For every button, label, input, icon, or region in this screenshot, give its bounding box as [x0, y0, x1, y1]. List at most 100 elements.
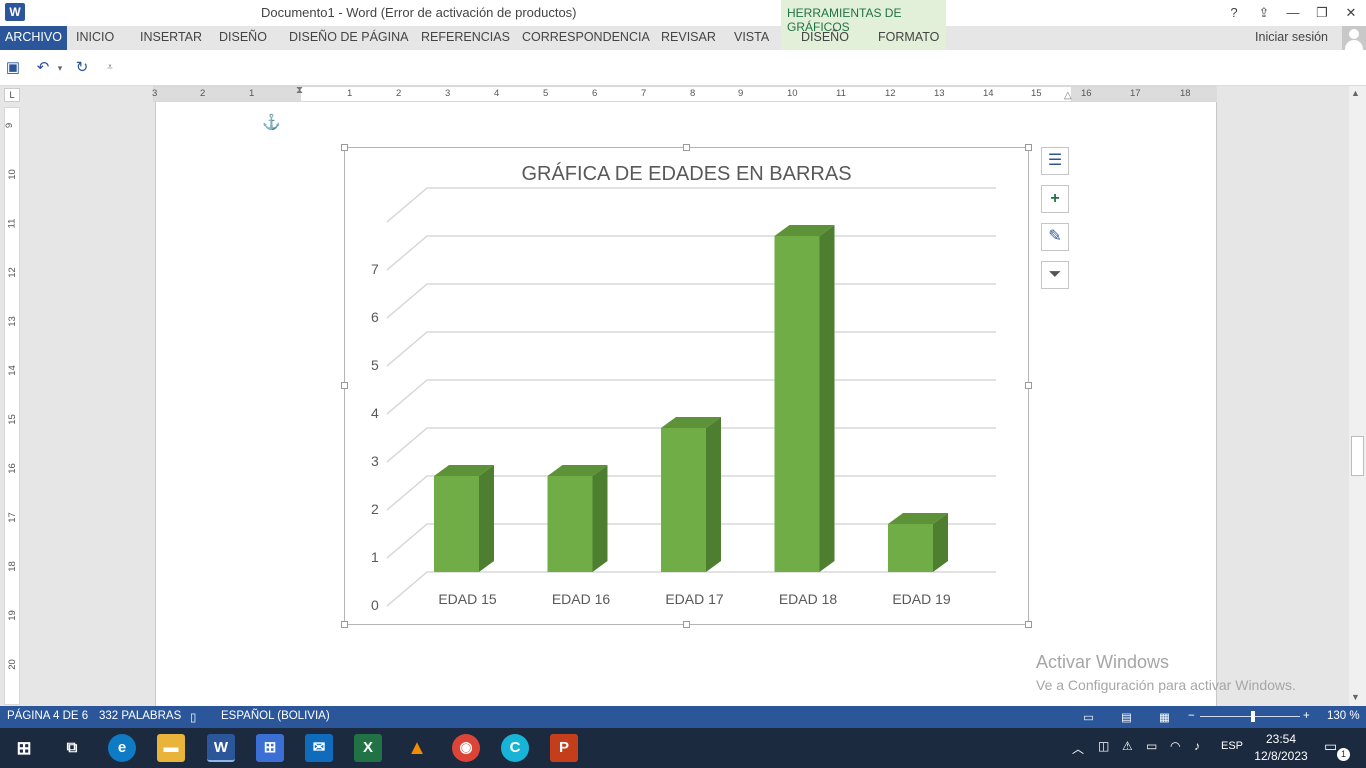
activation-title: Activar Windows — [1036, 652, 1170, 672]
tab-chart-diseno[interactable]: DISEÑO — [801, 30, 849, 44]
tab-referencias[interactable]: REFERENCIAS — [421, 30, 510, 44]
save-icon[interactable]: ▣ — [3, 58, 23, 78]
read-mode-icon[interactable]: ▭ — [1083, 710, 1094, 724]
ruler-number: 12 — [885, 88, 896, 99]
ruler-number: 1 — [249, 88, 255, 99]
zoom-level[interactable]: 130 % — [1327, 710, 1360, 722]
task-view-icon[interactable]: ⧉ — [58, 734, 86, 762]
tab-correspondencia[interactable]: CORRESPONDENCIA — [522, 30, 650, 44]
y-tick-label: 5 — [371, 357, 379, 373]
proofing-icon[interactable]: ▯ — [190, 710, 196, 724]
ruler-number: 14 — [983, 88, 994, 99]
restore-icon[interactable]: ❐ — [1308, 3, 1336, 23]
tab-chart-formato[interactable]: FORMATO — [878, 30, 939, 44]
layout-options-icon[interactable]: ☰ — [1041, 147, 1069, 175]
chart-elements-icon[interactable]: + — [1041, 185, 1069, 213]
word-taskbar-icon[interactable]: W — [207, 734, 235, 762]
avatar-body-icon — [1345, 40, 1363, 50]
meet-icon[interactable]: ◫ — [1098, 739, 1109, 753]
gridline — [386, 235, 996, 271]
redo-icon[interactable]: ↻ — [72, 58, 92, 78]
page-count[interactable]: PÁGINA 4 DE 6 — [7, 710, 88, 722]
print-layout-icon[interactable]: ▤ — [1121, 710, 1132, 724]
horizontal-ruler[interactable]: 3 2 1 1 2 3 4 5 6 7 8 9 10 11 12 13 14 15 16 17 18 ⧗ △ — [152, 85, 1217, 102]
tab-inicio[interactable]: INICIO — [76, 30, 114, 44]
clock[interactable]: 23:54 12/8/2023 — [1253, 731, 1309, 765]
mail-icon[interactable]: ✉ — [305, 734, 333, 762]
title-bar: W Documento1 - Word (Error de activación… — [0, 0, 1366, 26]
ruler-number: 17 — [6, 512, 18, 523]
right-indent-icon[interactable]: △ — [1064, 90, 1072, 101]
help-button[interactable]: ? — [1220, 3, 1248, 23]
ribbon-display-options-icon[interactable]: ⇪ — [1250, 3, 1278, 23]
warning-icon[interactable]: ⚠ — [1122, 739, 1133, 753]
vlc-icon[interactable]: ▲ — [403, 734, 431, 762]
zoom-in-button[interactable]: + — [1303, 710, 1310, 722]
undo-dropdown-icon[interactable]: ▾ — [50, 58, 70, 78]
customize-qat-icon[interactable]: ⩡ — [100, 58, 120, 78]
edge-icon[interactable]: e — [108, 734, 136, 762]
ruler-number: 11 — [6, 218, 18, 229]
volume-icon[interactable]: ♪ — [1194, 739, 1200, 753]
canva-icon[interactable]: C — [501, 734, 529, 762]
zoom-slider[interactable] — [1200, 716, 1300, 717]
x-tick-label: EDAD 18 — [779, 591, 838, 607]
y-tick-label: 6 — [371, 309, 379, 325]
minimize-icon[interactable]: — — [1279, 3, 1307, 23]
window-title: Documento1 - Word (Error de activación d… — [261, 5, 577, 20]
scroll-up-icon[interactable]: ▲ — [1351, 88, 1360, 98]
avatar[interactable] — [1342, 26, 1366, 50]
language-indicator[interactable]: ESPAÑOL (BOLIVIA) — [221, 710, 330, 722]
ruler-number: 15 — [6, 414, 18, 425]
chrome-icon[interactable]: ◉ — [452, 734, 480, 762]
web-layout-icon[interactable]: ▦ — [1159, 710, 1170, 724]
scroll-down-icon[interactable]: ▼ — [1351, 692, 1360, 702]
y-tick-label: 1 — [371, 549, 379, 565]
ruler-number: 2 — [396, 88, 402, 99]
file-explorer-icon[interactable]: ▬ — [157, 734, 185, 762]
tray-chevron-icon[interactable]: ︿ — [1072, 740, 1084, 757]
bar-side — [592, 465, 608, 572]
tab-diseno[interactable]: DISEÑO — [219, 30, 267, 44]
store-icon[interactable]: ⊞ — [256, 734, 284, 762]
tab-revisar[interactable]: REVISAR — [661, 30, 716, 44]
vertical-scrollbar[interactable]: ▲ ▼ — [1349, 86, 1366, 706]
signin-link[interactable]: Iniciar sesión — [1255, 30, 1328, 44]
word-count[interactable]: 332 PALABRAS — [99, 710, 181, 722]
ruler-number: 4 — [494, 88, 500, 99]
bar — [434, 476, 479, 572]
gridline — [386, 379, 996, 415]
ruler-number: 17 — [1130, 88, 1141, 99]
scroll-thumb[interactable] — [1351, 436, 1364, 476]
tab-archivo[interactable]: ARCHIVO — [0, 26, 67, 50]
ruler-margin-right — [1071, 87, 1217, 101]
zoom-slider-thumb[interactable] — [1251, 711, 1255, 722]
notification-icon[interactable]: ▭ — [1324, 738, 1337, 755]
chart-filters-icon[interactable]: ⏷ — [1041, 261, 1069, 289]
excel-icon[interactable]: X — [354, 734, 382, 762]
gridline — [386, 283, 996, 319]
wifi-icon[interactable]: ◠ — [1170, 739, 1180, 753]
battery-icon[interactable]: ▭ — [1146, 739, 1157, 753]
bar — [888, 524, 933, 572]
ruler-number: 16 — [1081, 88, 1092, 99]
tab-vista[interactable]: VISTA — [734, 30, 769, 44]
close-icon[interactable]: ✕ — [1337, 3, 1365, 23]
powerpoint-icon[interactable]: P — [550, 734, 578, 762]
zoom-out-button[interactable]: − — [1188, 710, 1195, 722]
ruler-number: 16 — [6, 463, 18, 474]
ruler-number: 13 — [6, 316, 18, 327]
bar-side — [479, 465, 494, 572]
tab-selector[interactable]: L — [4, 88, 20, 102]
start-icon[interactable]: ⊞ — [10, 734, 38, 762]
x-tick-label: EDAD 16 — [552, 591, 611, 607]
ruler-number: 15 — [1031, 88, 1042, 99]
indent-marker-icon[interactable]: ⧗ — [296, 85, 303, 96]
tab-insertar[interactable]: INSERTAR — [140, 30, 202, 44]
x-tick-label: EDAD 17 — [665, 591, 724, 607]
input-language[interactable]: ESP — [1221, 740, 1243, 752]
tab-diseno-pagina[interactable]: DISEÑO DE PÁGINA — [289, 30, 408, 44]
chart-styles-icon[interactable]: ✎ — [1041, 223, 1069, 251]
ruler-number: 3 — [152, 88, 158, 99]
x-tick-label: EDAD 15 — [438, 591, 497, 607]
